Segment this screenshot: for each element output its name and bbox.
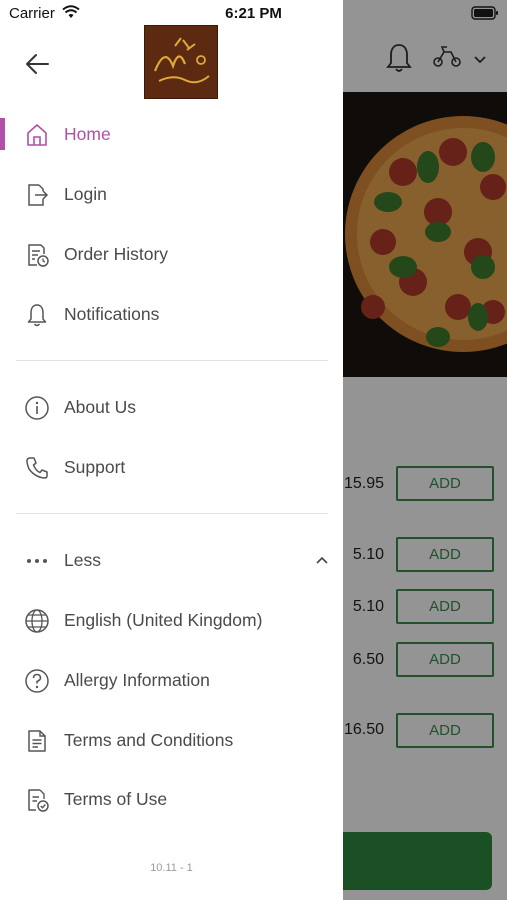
menu-item-notifications[interactable]: Notifications	[0, 292, 343, 336]
menu-item-about-us[interactable]: About Us	[0, 385, 343, 429]
menu-item-terms-of-use[interactable]: Terms of Use	[0, 777, 343, 821]
order-history-icon	[24, 242, 50, 268]
status-bar: Carrier 6:21 PM	[0, 0, 507, 26]
menu-item-terms-and-conditions[interactable]: Terms and Conditions	[0, 718, 343, 762]
bell-icon	[24, 302, 50, 328]
menu-item-label: Terms of Use	[64, 789, 168, 809]
menu-item-label: Home	[64, 124, 111, 144]
login-icon	[24, 182, 50, 208]
menu-item-login[interactable]: Login	[0, 172, 343, 216]
menu-item-language[interactable]: English (United Kingdom)	[0, 598, 343, 642]
document-icon	[24, 728, 50, 754]
menu-item-label: Login	[64, 184, 107, 204]
back-arrow-icon[interactable]	[24, 50, 52, 78]
menu-item-support[interactable]: Support	[0, 445, 343, 489]
app-version: 10.11 - 1	[150, 862, 193, 874]
globe-icon	[24, 608, 50, 634]
menu-item-label: Notifications	[64, 304, 160, 324]
chevron-up-icon	[315, 552, 329, 570]
divider	[16, 513, 328, 514]
menu-toggle-less[interactable]: Less	[0, 538, 343, 582]
drawer-scrim[interactable]	[343, 0, 507, 900]
divider	[16, 360, 328, 361]
menu-item-order-history[interactable]: Order History	[0, 232, 343, 276]
menu-item-label: About Us	[64, 397, 136, 417]
menu-item-label: Less	[64, 550, 101, 570]
info-icon	[24, 395, 50, 421]
menu-item-label: Terms and Conditions	[64, 730, 234, 750]
battery-icon	[471, 6, 499, 25]
menu-item-home[interactable]: Home	[0, 112, 343, 156]
menu-item-label: Support	[64, 457, 126, 477]
menu-item-label: English (United Kingdom)	[64, 610, 263, 630]
menu-item-label: Order History	[64, 244, 169, 264]
more-dots-icon	[24, 548, 50, 574]
document-check-icon	[24, 787, 50, 813]
menu-item-allergy-information[interactable]: Allergy Information	[0, 658, 343, 702]
clock-time: 6:21 PM	[225, 5, 282, 22]
restaurant-logo	[144, 25, 218, 99]
question-icon	[24, 668, 50, 694]
navigation-drawer: Home Login Order History Notifications A…	[0, 0, 343, 900]
phone-icon	[24, 455, 50, 481]
home-icon	[24, 122, 50, 148]
menu-item-label: Allergy Information	[64, 670, 210, 690]
